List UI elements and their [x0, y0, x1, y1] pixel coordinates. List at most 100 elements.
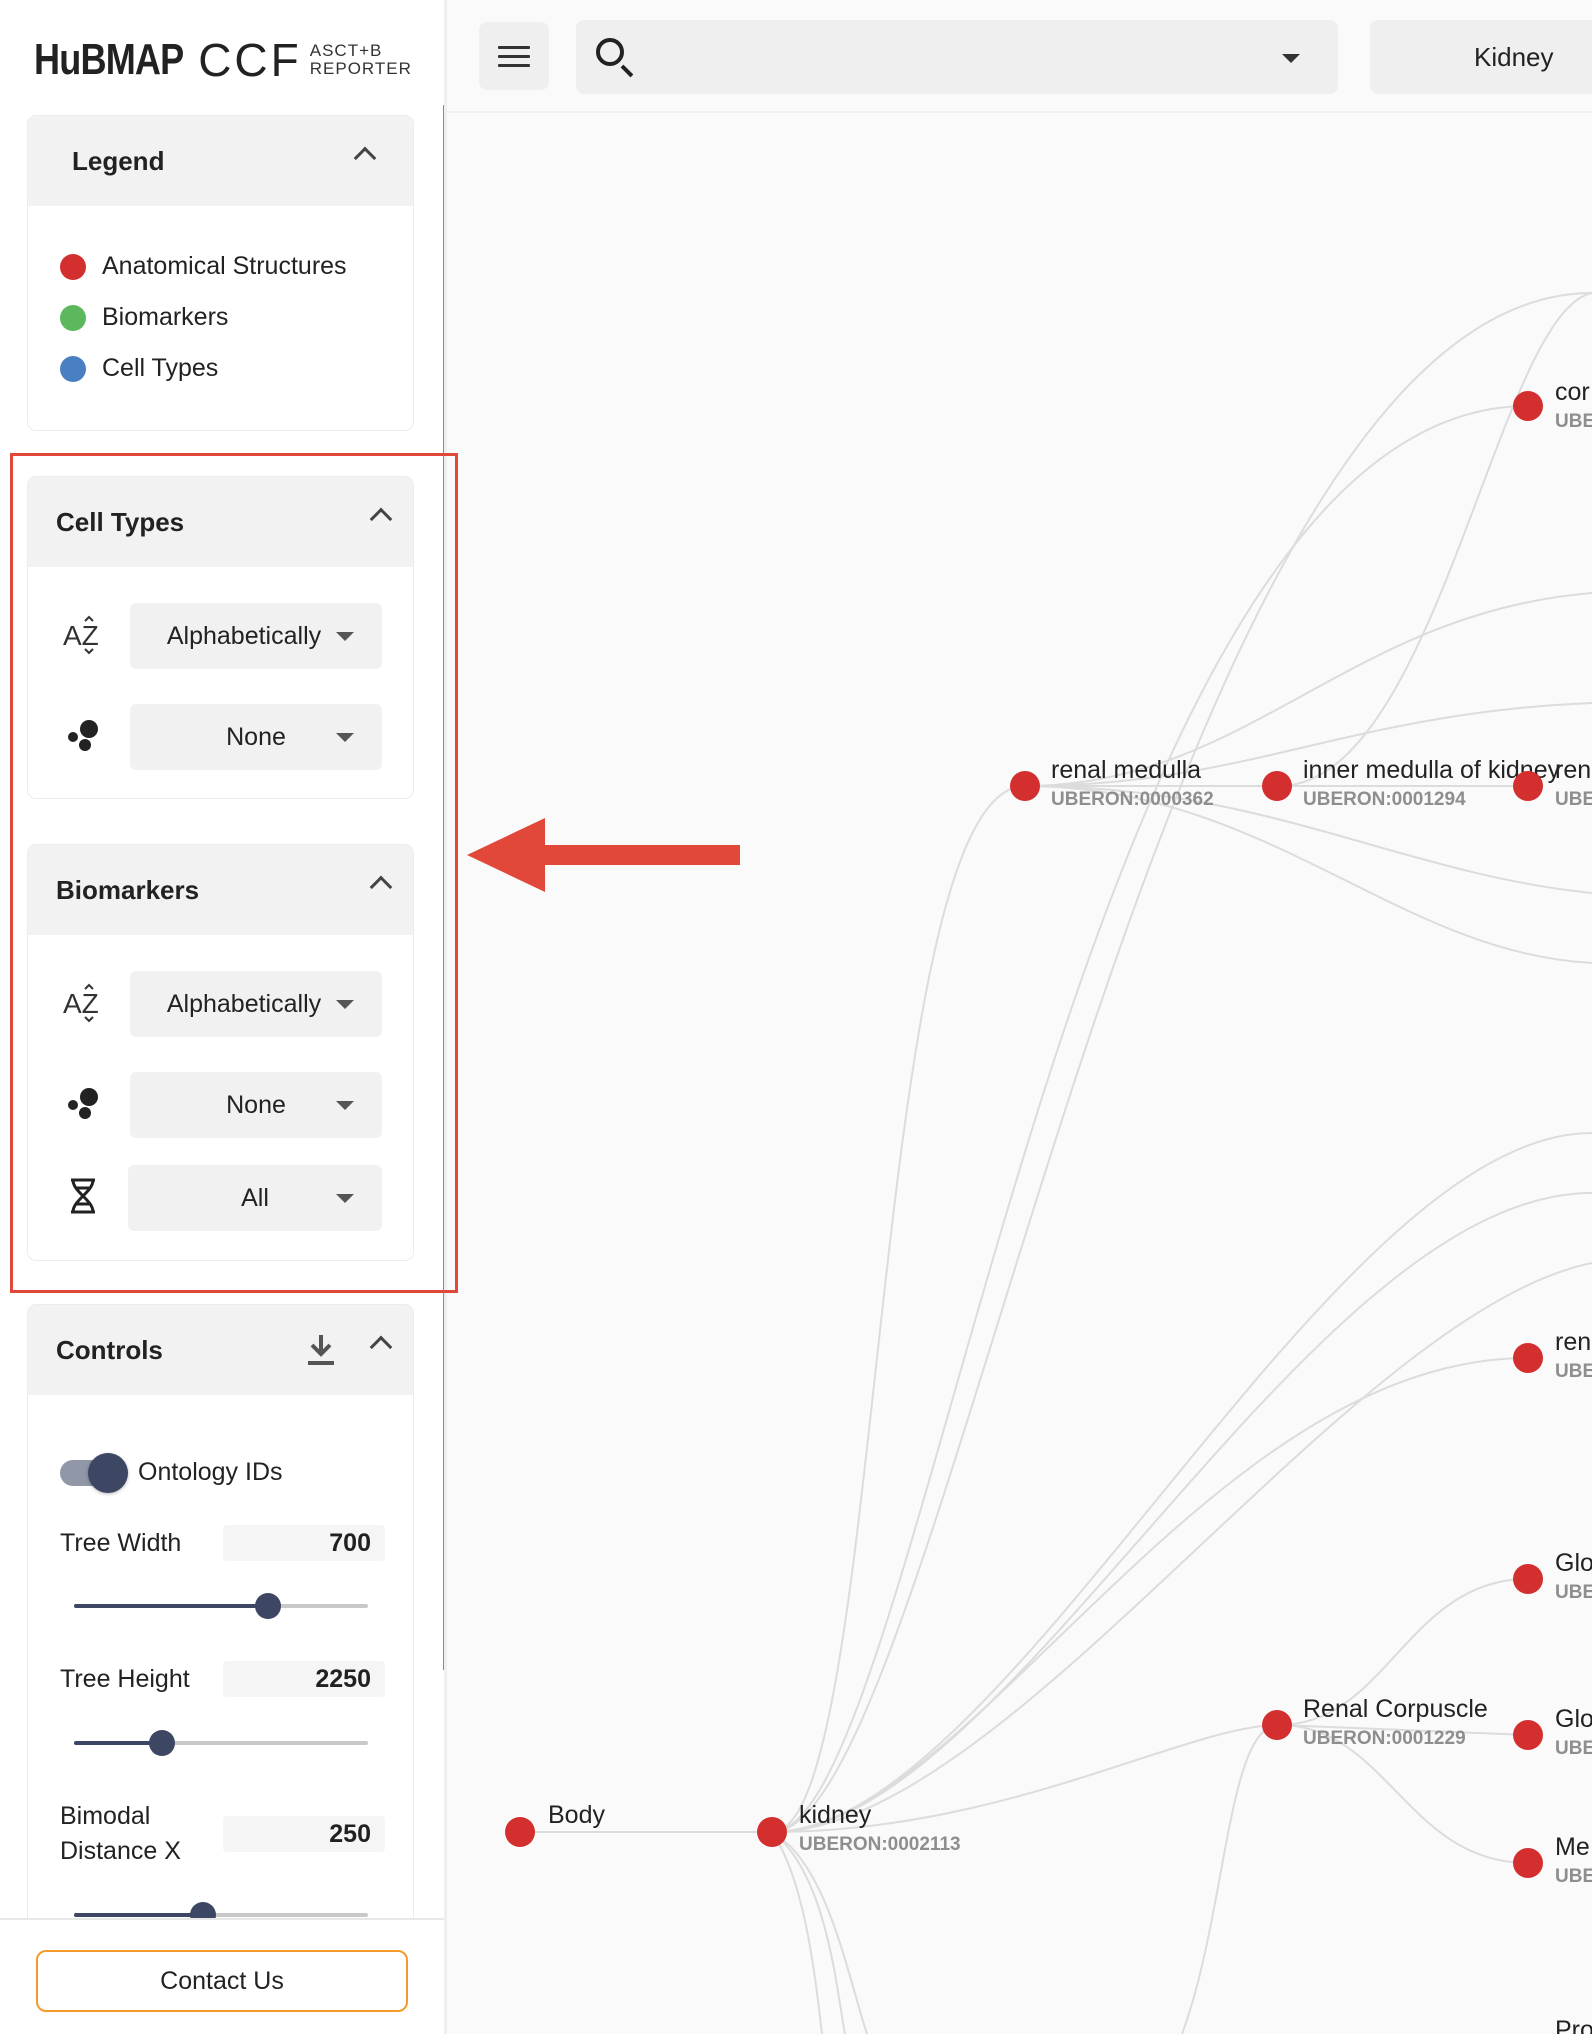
top-toolbar: Kidney: [447, 0, 1592, 113]
biomarkers-type-select[interactable]: All: [128, 1165, 382, 1231]
biomarkers-type-row: [58, 1171, 108, 1221]
cell-types-size-select[interactable]: None: [130, 704, 382, 770]
slider-thumb[interactable]: [149, 1730, 176, 1756]
node-id: UBE: [1555, 1866, 1592, 1887]
chevron-up-icon[interactable]: [353, 146, 377, 170]
node-name: Me: [1555, 1833, 1590, 1861]
menu-icon-bar: [498, 54, 530, 58]
node-name: Renal Corpuscle: [1303, 1695, 1488, 1723]
search-input[interactable]: [576, 20, 1338, 94]
node-name: ren: [1555, 756, 1591, 784]
ontology-ids-toggle[interactable]: [60, 1453, 128, 1493]
slider-fill: [74, 1604, 269, 1608]
graph-canvas: Body kidney UBERON:0002113 renal medulla…: [505, 292, 1592, 2034]
anatomical-dot-icon: [60, 253, 86, 280]
controls-panel: Controls Ontology IDs Tree Width 700 Tre…: [28, 1305, 413, 1925]
node-id: UBE: [1555, 1361, 1592, 1382]
caret-down-icon: [336, 733, 354, 742]
legend-title: Legend: [72, 145, 165, 176]
caret-down-icon: [336, 1000, 354, 1009]
download-icon[interactable]: [306, 1333, 336, 1372]
legend-header[interactable]: Legend: [28, 116, 413, 206]
graph-node-body[interactable]: Body: [505, 1801, 605, 1847]
graph-node-renal-2[interactable]: ren UBE: [1513, 1328, 1592, 1382]
graph-node-partial[interactable]: Pro: [1555, 2016, 1592, 2034]
tree-height-slider[interactable]: [74, 1730, 368, 1756]
biomarker-dot-icon: [60, 304, 86, 331]
logo-product: CCF: [198, 34, 302, 86]
tree-graph[interactable]: Body kidney UBERON:0002113 renal medulla…: [447, 113, 1592, 2034]
biomarkers-title: Biomarkers: [56, 874, 200, 905]
select-value: Alphabetically: [166, 989, 322, 1018]
graph-node-renal-corpuscle[interactable]: Renal Corpuscle UBERON:0001229: [1262, 1695, 1488, 1749]
legend-item-label: Biomarkers: [102, 303, 229, 331]
cell-types-header[interactable]: Cell Types: [28, 477, 413, 567]
biomarkers-size-row: [58, 1078, 108, 1128]
cell-type-dot-icon: [60, 355, 86, 382]
contact-area: Contact Us: [0, 1918, 444, 2034]
chevron-up-icon[interactable]: [369, 1335, 393, 1359]
bimodal-distance-label: Bimodal Distance X: [60, 1799, 181, 1869]
graph-node-mesangium[interactable]: Me UBE: [1513, 1833, 1592, 1887]
select-value: None: [226, 722, 286, 751]
node-id: UBERON:0002113: [799, 1834, 961, 1855]
tree-width-label: Tree Width: [60, 1529, 182, 1557]
sort-az-icon: AZ: [58, 610, 108, 660]
sidebar: HuBMAP CCF ASCT+B REPORTER Legend Anatom…: [0, 0, 444, 2034]
caret-down-icon: [336, 1194, 354, 1203]
node-name: Pro: [1555, 2016, 1592, 2034]
node-name: cor: [1555, 378, 1590, 406]
hubmap-logo[interactable]: HuBMAP CCF ASCT+B REPORTER: [34, 34, 412, 86]
biomarkers-sort-select[interactable]: Alphabetically: [130, 971, 382, 1037]
contact-us-button[interactable]: Contact Us: [36, 1950, 408, 2012]
toggle-knob[interactable]: [88, 1453, 128, 1493]
tree-height-label: Tree Height: [60, 1665, 190, 1693]
node-id: UBE: [1555, 1582, 1592, 1603]
chevron-up-icon[interactable]: [369, 875, 393, 899]
cell-types-size-row: [58, 710, 108, 760]
logo-subtitle: ASCT+B REPORTER: [310, 42, 412, 78]
bimodal-distance-input[interactable]: 250: [223, 1816, 385, 1852]
menu-button[interactable]: [479, 22, 549, 90]
legend-item-cell-types: Cell Types: [60, 354, 218, 383]
node-name: Body: [548, 1801, 605, 1829]
svg-text:AZ: AZ: [63, 620, 99, 651]
graph-node-cortex[interactable]: cor UBE: [1513, 378, 1592, 432]
biomarkers-header[interactable]: Biomarkers: [28, 845, 413, 935]
legend-item-biomarkers: Biomarkers: [60, 303, 228, 332]
caret-down-icon: [336, 632, 354, 641]
logo-sub-line2: REPORTER: [309, 59, 412, 78]
bimodal-distance-slider[interactable]: [74, 1902, 368, 1925]
sort-az-icon: AZ: [58, 978, 108, 1028]
graph-node-glomerulus-1[interactable]: Glo UBE: [1513, 1549, 1592, 1603]
menu-icon-bar: [498, 63, 530, 67]
legend-item-label: Anatomical Structures: [102, 252, 347, 280]
cell-types-title: Cell Types: [56, 506, 185, 537]
controls-header[interactable]: Controls: [28, 1305, 413, 1395]
node-name: kidney: [799, 1801, 872, 1829]
node-id: UBERON:0001229: [1303, 1728, 1466, 1749]
select-value: Alphabetically: [166, 621, 322, 650]
bimodal-label-line1: Bimodal: [60, 1802, 151, 1830]
biomarkers-panel: Biomarkers AZ Alphabetically None All: [28, 845, 413, 1260]
caret-down-icon: [336, 1101, 354, 1110]
graph-node-glomerulus-2[interactable]: Glo UBE: [1513, 1705, 1592, 1759]
menu-icon-bar: [498, 45, 530, 49]
tree-height-input[interactable]: 2250: [223, 1661, 385, 1697]
organ-select[interactable]: Kidney: [1370, 20, 1592, 94]
ontology-ids-label: Ontology IDs: [138, 1458, 283, 1486]
tree-width-input[interactable]: 700: [223, 1525, 385, 1561]
slider-thumb[interactable]: [255, 1593, 282, 1619]
graph-node-renal-medulla[interactable]: renal medulla UBERON:0000362: [1010, 756, 1214, 810]
tree-width-slider[interactable]: [74, 1593, 368, 1619]
cell-types-sort-select[interactable]: Alphabetically: [130, 603, 382, 669]
chevron-up-icon[interactable]: [369, 507, 393, 531]
biomarkers-size-select[interactable]: None: [130, 1072, 382, 1138]
bubbles-icon: [58, 1078, 108, 1128]
legend-item-label: Cell Types: [102, 354, 219, 382]
logo-brand: HuBMAP: [34, 35, 184, 84]
controls-title: Controls: [56, 1334, 163, 1365]
node-name: ren: [1555, 1328, 1591, 1356]
node-id: UBE: [1555, 1738, 1592, 1759]
caret-down-icon[interactable]: [1282, 54, 1300, 63]
